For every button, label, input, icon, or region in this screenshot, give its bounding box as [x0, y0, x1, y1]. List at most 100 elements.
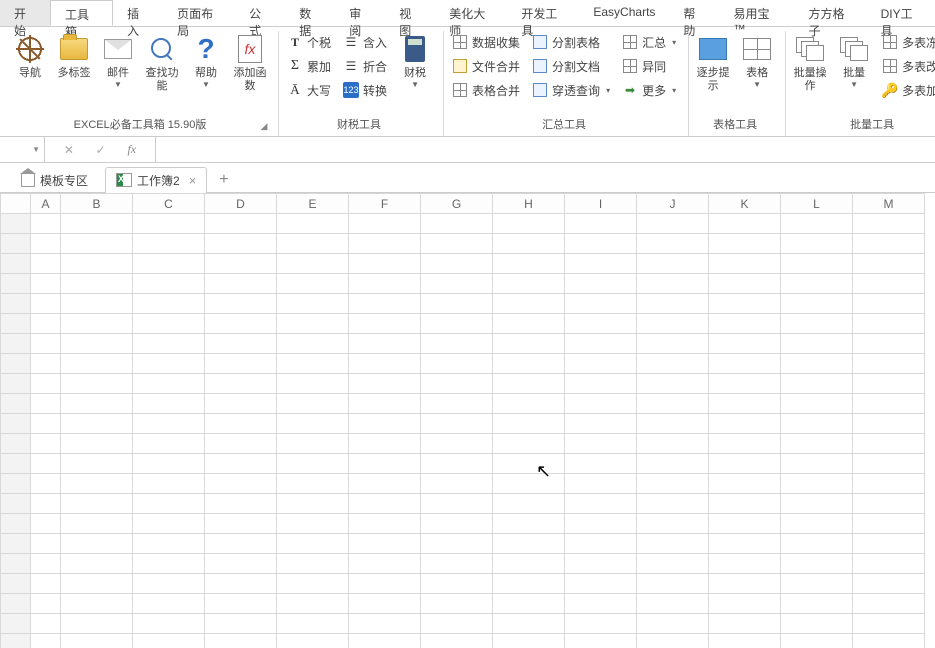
cell[interactable] [709, 594, 781, 614]
split-table-button[interactable]: 分割表格 [528, 31, 614, 53]
cell[interactable] [61, 494, 133, 514]
cell[interactable] [349, 494, 421, 514]
cell[interactable] [133, 214, 205, 234]
cell[interactable] [133, 474, 205, 494]
cell[interactable] [781, 274, 853, 294]
cell[interactable] [637, 214, 709, 234]
cell[interactable] [565, 274, 637, 294]
cell[interactable] [61, 214, 133, 234]
cell[interactable] [493, 374, 565, 394]
cell[interactable] [61, 294, 133, 314]
cell[interactable] [853, 494, 925, 514]
cell[interactable] [277, 614, 349, 634]
cell[interactable] [565, 334, 637, 354]
workbook-tab[interactable]: 工作簿2 × [105, 167, 207, 193]
cell[interactable] [31, 334, 61, 354]
tab-fangfang[interactable]: 方方格子 [795, 0, 867, 26]
cell[interactable] [565, 434, 637, 454]
cell[interactable] [61, 414, 133, 434]
cell[interactable] [205, 374, 277, 394]
capitalize-button[interactable]: Ā大写 [283, 79, 335, 101]
cell[interactable] [565, 294, 637, 314]
cell[interactable] [853, 634, 925, 648]
cell[interactable] [565, 214, 637, 234]
cell[interactable] [637, 294, 709, 314]
cell[interactable] [349, 474, 421, 494]
cell[interactable] [277, 414, 349, 434]
cell[interactable] [61, 454, 133, 474]
cell[interactable] [349, 294, 421, 314]
cell[interactable] [853, 434, 925, 454]
cell[interactable] [781, 634, 853, 648]
cell[interactable] [205, 414, 277, 434]
cell[interactable] [277, 254, 349, 274]
cell[interactable] [565, 234, 637, 254]
cell[interactable] [61, 354, 133, 374]
cell[interactable] [349, 434, 421, 454]
cell[interactable] [421, 354, 493, 374]
cell[interactable] [205, 594, 277, 614]
cell[interactable] [853, 414, 925, 434]
cell[interactable] [61, 514, 133, 534]
cell[interactable] [205, 514, 277, 534]
multi-freeze-button[interactable]: 多表冻结 [878, 31, 935, 53]
cell[interactable] [133, 274, 205, 294]
cell[interactable] [637, 594, 709, 614]
more-button[interactable]: ➡更多▾ [618, 79, 680, 101]
cell[interactable] [781, 414, 853, 434]
cell[interactable] [565, 534, 637, 554]
cell[interactable] [133, 634, 205, 648]
tab-start[interactable]: 开始 [0, 0, 50, 26]
fx-icon[interactable]: fx [127, 142, 136, 157]
cell[interactable] [421, 474, 493, 494]
cell[interactable] [277, 474, 349, 494]
cell[interactable] [31, 234, 61, 254]
cell[interactable] [31, 294, 61, 314]
cell[interactable] [853, 474, 925, 494]
cell[interactable] [565, 354, 637, 374]
cell[interactable] [349, 634, 421, 648]
cell[interactable] [349, 234, 421, 254]
cell[interactable] [349, 614, 421, 634]
enter-icon[interactable]: ✓ [96, 143, 106, 157]
cell[interactable] [277, 334, 349, 354]
cell[interactable] [61, 554, 133, 574]
name-box[interactable]: ▼ [0, 137, 45, 162]
cell[interactable] [781, 614, 853, 634]
column-header[interactable]: C [133, 194, 205, 214]
cell[interactable] [133, 594, 205, 614]
cell[interactable] [637, 414, 709, 434]
tab-review[interactable]: 审阅 [335, 0, 385, 26]
cell[interactable] [709, 274, 781, 294]
cell[interactable] [781, 334, 853, 354]
cell[interactable] [61, 254, 133, 274]
cell[interactable] [493, 594, 565, 614]
data-collect-button[interactable]: 数据收集 [448, 31, 524, 53]
addfn-button[interactable]: fx 添加函数 [230, 31, 270, 95]
cell[interactable] [493, 574, 565, 594]
cell[interactable] [493, 554, 565, 574]
cell[interactable] [61, 474, 133, 494]
cell[interactable] [277, 374, 349, 394]
cell[interactable] [421, 414, 493, 434]
cell[interactable] [421, 254, 493, 274]
dialog-launcher-icon[interactable]: ◢ [258, 120, 270, 132]
cell[interactable] [781, 534, 853, 554]
cell[interactable] [277, 494, 349, 514]
cell[interactable] [493, 394, 565, 414]
cell[interactable] [349, 454, 421, 474]
cell[interactable] [565, 554, 637, 574]
cell[interactable] [637, 574, 709, 594]
cell[interactable] [493, 634, 565, 648]
cell[interactable] [709, 434, 781, 454]
cell[interactable] [31, 434, 61, 454]
cell[interactable] [781, 294, 853, 314]
cell[interactable] [277, 294, 349, 314]
cell[interactable] [31, 554, 61, 574]
cell[interactable] [421, 554, 493, 574]
cell[interactable] [133, 574, 205, 594]
cell[interactable] [61, 534, 133, 554]
cell[interactable] [781, 434, 853, 454]
cell[interactable] [637, 614, 709, 634]
cell[interactable] [493, 234, 565, 254]
